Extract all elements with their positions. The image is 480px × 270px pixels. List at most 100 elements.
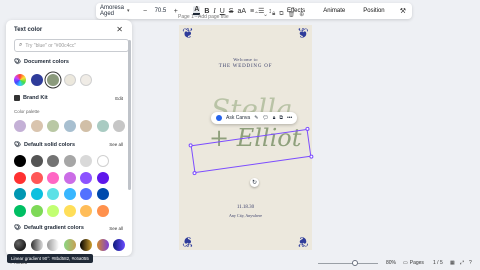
- page-title[interactable]: Page 1 - Add page title: [178, 14, 229, 20]
- wedding-venue[interactable]: Any City, Anywhere: [179, 213, 312, 218]
- canva-assistant-icon: [216, 115, 222, 121]
- solid-color-swatch[interactable]: [47, 188, 59, 200]
- solid-color-swatch[interactable]: [30, 188, 43, 200]
- lock-icon[interactable]: 🔒︎: [273, 115, 276, 121]
- rotate-handle-icon[interactable]: ↻: [250, 178, 259, 187]
- solid-color-swatch[interactable]: [14, 188, 26, 200]
- add-page-icon[interactable]: ⊕: [299, 11, 304, 18]
- edit-brand-kit-link[interactable]: Edit: [115, 96, 123, 101]
- solid-color-swatch[interactable]: [96, 188, 109, 200]
- corner-ornament: ❦: [297, 234, 309, 250]
- strikethrough-icon[interactable]: S: [229, 6, 234, 17]
- gradient-color-swatch[interactable]: [30, 239, 43, 251]
- help-icon[interactable]: ?: [469, 260, 472, 266]
- solid-color-swatch[interactable]: [80, 204, 92, 217]
- document-color-swatch[interactable]: [80, 74, 92, 86]
- default-solid-label: Default solid colors: [23, 142, 76, 148]
- chevron-up-icon[interactable]: ⌃: [254, 11, 259, 18]
- position-button[interactable]: Position: [358, 8, 389, 14]
- palette-color-swatch[interactable]: [30, 120, 43, 132]
- solid-color-swatch[interactable]: [14, 155, 26, 167]
- paint-roller-icon[interactable]: ⚒: [400, 6, 406, 17]
- lock-icon[interactable]: 🔒︎: [272, 11, 275, 18]
- font-size-value[interactable]: 70.5: [155, 8, 167, 14]
- solid-color-swatch[interactable]: [80, 188, 92, 200]
- solid-color-swatch[interactable]: [14, 171, 26, 184]
- solid-color-swatch[interactable]: [80, 155, 92, 167]
- zoom-slider-handle[interactable]: [352, 260, 358, 266]
- resize-handle[interactable]: [309, 154, 314, 159]
- palette-color-swatch[interactable]: [96, 120, 109, 132]
- duplicate-icon[interactable]: ⧉: [279, 11, 283, 18]
- palette-color-swatch[interactable]: [47, 120, 59, 132]
- grid-view-icon[interactable]: ▦: [450, 260, 455, 266]
- palette-icon: 🎨︎: [14, 225, 21, 231]
- gradient-color-swatch[interactable]: [63, 239, 76, 251]
- solid-color-swatch[interactable]: [47, 171, 59, 184]
- wedding-date[interactable]: 11.18.30: [179, 205, 312, 210]
- solid-color-swatch[interactable]: [63, 188, 76, 200]
- wedding-heading[interactable]: THE WEDDING OF: [179, 64, 312, 69]
- solid-color-swatch[interactable]: [80, 171, 92, 184]
- zoom-slider[interactable]: [318, 263, 378, 264]
- palette-color-swatch[interactable]: [14, 120, 26, 132]
- panel-scrollbar[interactable]: [128, 40, 131, 190]
- brand-kit-icon: [14, 95, 20, 101]
- palette-color-swatch[interactable]: [113, 120, 125, 132]
- document-color-swatch[interactable]: [47, 74, 59, 86]
- document-color-swatch[interactable]: [63, 74, 76, 86]
- gradient-color-swatch[interactable]: [47, 239, 59, 251]
- palette-color-swatch[interactable]: [80, 120, 92, 132]
- search-placeholder: Try "blue" or "#00c4cc": [25, 42, 77, 49]
- color-search-input[interactable]: ⌕ Try "blue" or "#00c4cc": [14, 39, 129, 52]
- zoom-level[interactable]: 80%: [386, 260, 396, 266]
- solid-color-swatch[interactable]: [63, 204, 76, 217]
- solid-color-swatch[interactable]: [47, 155, 59, 167]
- ask-canva-toolbar: Ask Canva ✎ 💬︎ 🔒︎ ⧉ •••: [211, 112, 298, 124]
- comment-icon[interactable]: 💬︎: [262, 115, 268, 121]
- pages-icon: ▭: [403, 260, 408, 266]
- duplicate-icon[interactable]: ⧉: [279, 115, 283, 121]
- solid-color-swatch[interactable]: [63, 155, 76, 167]
- palette-color-swatch[interactable]: [63, 120, 76, 132]
- font-selector[interactable]: Amoresa Aged ▾: [100, 5, 130, 17]
- gradient-color-swatch[interactable]: [96, 239, 109, 251]
- document-color-swatch[interactable]: [30, 74, 43, 86]
- case-icon[interactable]: aA: [237, 6, 246, 17]
- font-size-stepper[interactable]: − 70.5 +: [138, 6, 184, 17]
- close-icon[interactable]: ✕: [116, 25, 123, 34]
- default-gradient-label: Default gradient colors: [23, 225, 84, 231]
- gradient-color-swatch[interactable]: [113, 239, 125, 251]
- more-icon[interactable]: •••: [287, 115, 292, 121]
- page-count: 1 / 5: [433, 260, 443, 266]
- see-all-solid-link[interactable]: See all: [109, 142, 123, 147]
- ask-canva-button[interactable]: Ask Canva: [226, 115, 250, 121]
- gradient-color-swatch[interactable]: [80, 239, 92, 251]
- solid-color-swatch[interactable]: [96, 155, 109, 167]
- gradient-color-swatch[interactable]: [14, 239, 26, 251]
- solid-color-swatch[interactable]: [96, 171, 109, 184]
- see-all-gradient-link[interactable]: See all: [109, 226, 123, 231]
- solid-color-swatch[interactable]: [30, 204, 43, 217]
- palette-icon: 🎨︎: [14, 142, 21, 148]
- animate-button[interactable]: Animate: [318, 8, 350, 14]
- resize-handle[interactable]: [188, 143, 193, 148]
- add-color-icon[interactable]: [14, 74, 26, 86]
- page-actions: ⌃ ⌄ 🔒︎ ⧉ 🗑︎ ⊕: [254, 11, 304, 18]
- pages-label: Pages: [409, 260, 424, 266]
- welcome-text[interactable]: Welcome to: [179, 57, 312, 62]
- corner-ornament: ❦: [182, 234, 194, 250]
- solid-color-swatch[interactable]: [47, 204, 59, 217]
- solid-color-swatch[interactable]: [14, 204, 26, 217]
- magic-edit-icon[interactable]: ✎: [254, 115, 258, 121]
- chevron-down-icon[interactable]: ⌄: [263, 11, 268, 18]
- pages-button[interactable]: ▭ Pages: [403, 260, 424, 266]
- fullscreen-icon[interactable]: ⤢: [460, 260, 464, 266]
- solid-color-swatch[interactable]: [30, 155, 43, 167]
- solid-color-swatch[interactable]: [30, 171, 43, 184]
- document-colors-label: Document colors: [23, 59, 69, 65]
- solid-color-swatch[interactable]: [63, 171, 76, 184]
- solid-color-swatch[interactable]: [96, 204, 109, 217]
- delete-icon[interactable]: 🗑︎: [288, 11, 296, 18]
- minus-icon[interactable]: −: [140, 6, 151, 17]
